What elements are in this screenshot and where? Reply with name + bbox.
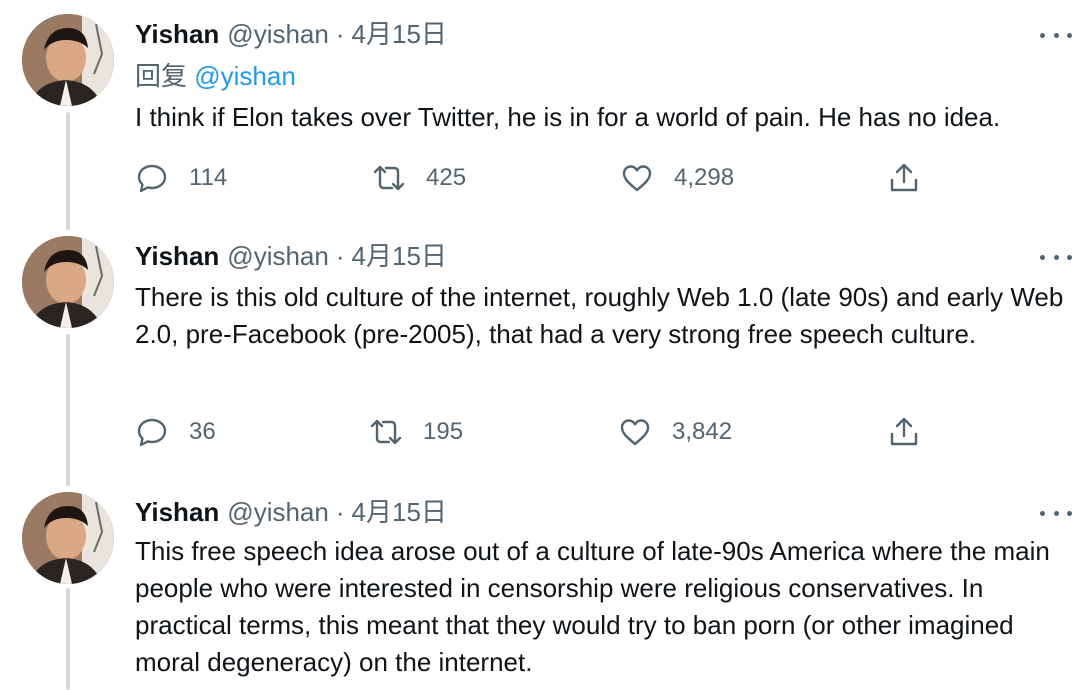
author-handle[interactable]: @yishan — [227, 16, 329, 52]
author-name[interactable]: Yishan — [135, 238, 219, 274]
reply-context: 回复 @yishan — [135, 58, 296, 94]
more-dots-icon[interactable] — [1040, 503, 1072, 523]
share-upload-icon — [887, 415, 921, 449]
tweet-header: Yishan @yishan · 4月15日 — [135, 238, 447, 274]
retweet-button[interactable]: 195 — [369, 412, 463, 452]
share-upload-icon — [887, 161, 921, 195]
tweet-text: I think if Elon takes over Twitter, he i… — [135, 102, 1001, 132]
tweet-date[interactable]: 4月15日 — [352, 238, 447, 274]
reply-button[interactable]: 36 — [135, 412, 216, 452]
reply-bubble-icon — [135, 415, 169, 449]
retweet-count: 195 — [423, 418, 464, 445]
tweet-actions: 36 195 3,842 — [135, 412, 935, 452]
author-handle[interactable]: @yishan — [227, 494, 329, 530]
like-count: 3,842 — [672, 418, 733, 445]
tweet[interactable]: Yishan @yishan · 4月15日 回复 @yishan I thin… — [0, 0, 1080, 230]
heart-icon — [618, 415, 652, 449]
reply-mention-link[interactable]: @yishan — [194, 61, 296, 91]
separator-dot: · — [335, 241, 345, 271]
like-button[interactable]: 4,298 — [620, 158, 734, 198]
more-dots-icon[interactable] — [1040, 25, 1072, 45]
tweet[interactable]: Yishan @yishan · 4月15日 This free speech … — [0, 486, 1080, 690]
like-button[interactable]: 3,842 — [618, 412, 732, 452]
tweet-header: Yishan @yishan · 4月15日 — [135, 494, 447, 530]
reply-count: 114 — [189, 164, 228, 191]
tweet-header: Yishan @yishan · 4月15日 — [135, 16, 447, 52]
tweet-date[interactable]: 4月15日 — [352, 494, 447, 530]
reply-bubble-icon — [135, 161, 169, 195]
like-count: 4,298 — [674, 164, 735, 191]
reply-prefix: 回复 — [135, 61, 188, 91]
share-button[interactable] — [887, 412, 921, 452]
share-button[interactable] — [887, 158, 921, 198]
heart-icon — [620, 161, 654, 195]
reply-button[interactable]: 114 — [135, 158, 227, 198]
tweet-actions: 114 425 4,298 — [135, 158, 935, 198]
avatar[interactable] — [22, 492, 114, 584]
tweet[interactable]: Yishan @yishan · 4月15日 There is this old… — [0, 230, 1080, 486]
retweet-icon — [372, 161, 406, 195]
author-name[interactable]: Yishan — [135, 494, 219, 530]
tweet-text: There is this old culture of the interne… — [135, 282, 1064, 349]
author-handle[interactable]: @yishan — [227, 238, 329, 274]
more-dots-icon[interactable] — [1040, 247, 1072, 267]
tweet-thread: Yishan @yishan · 4月15日 回复 @yishan I thin… — [0, 0, 1080, 690]
author-name[interactable]: Yishan — [135, 16, 219, 52]
separator-dot: · — [335, 497, 345, 527]
reply-count: 36 — [189, 418, 216, 445]
retweet-button[interactable]: 425 — [372, 158, 466, 198]
avatar[interactable] — [22, 14, 114, 106]
tweet-text: This free speech idea arose out of a cul… — [135, 536, 1050, 677]
retweet-count: 425 — [426, 164, 467, 191]
avatar[interactable] — [22, 236, 114, 328]
retweet-icon — [369, 415, 403, 449]
tweet-date[interactable]: 4月15日 — [352, 16, 447, 52]
separator-dot: · — [335, 19, 345, 49]
